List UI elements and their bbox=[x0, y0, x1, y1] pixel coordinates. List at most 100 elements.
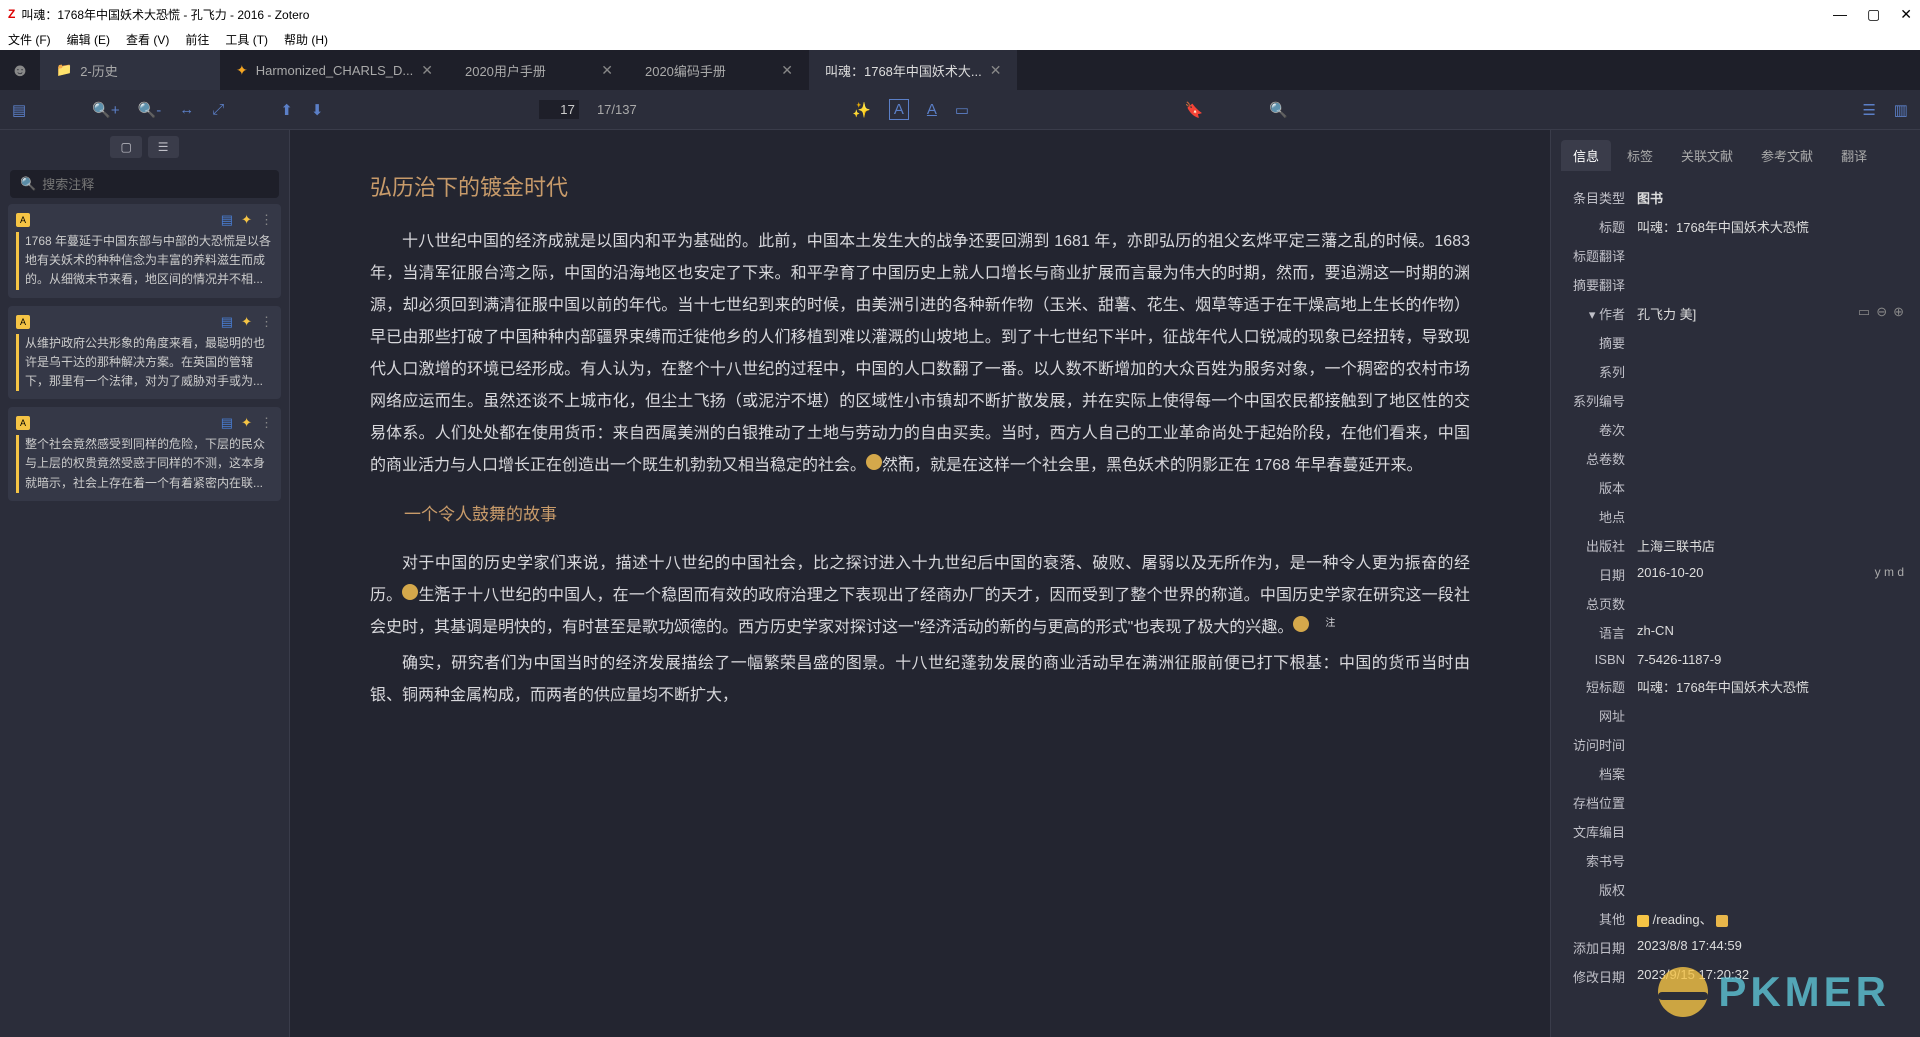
menu-bar: 文件 (F) 编辑 (E) 查看 (V) 前往 工具 (T) 帮助 (H) bbox=[0, 28, 1920, 50]
field-value[interactable] bbox=[1637, 362, 1904, 381]
tab-1[interactable]: ✦ Harmonized_CHARLS_D... ✕ bbox=[220, 50, 449, 90]
close-icon[interactable]: ✕ bbox=[990, 62, 1002, 79]
field-value[interactable] bbox=[1637, 793, 1904, 812]
field-value[interactable]: 叫魂：1768年中国妖术大恐慌 bbox=[1637, 217, 1904, 236]
tab-refs[interactable]: 参考文献 bbox=[1749, 140, 1825, 171]
list-icon[interactable]: ☰ bbox=[1862, 101, 1875, 119]
tab-tags[interactable]: 标签 bbox=[1615, 140, 1665, 171]
page-total: 17/137 bbox=[597, 102, 637, 117]
tab-4-active[interactable]: 叫魂：1768年中国妖术大... ✕ bbox=[809, 50, 1018, 90]
tab-collection[interactable]: 📁 2-历史 bbox=[40, 50, 220, 90]
field-value[interactable] bbox=[1637, 764, 1904, 783]
swap-icon[interactable]: ▭ bbox=[1858, 304, 1870, 323]
page-input[interactable] bbox=[539, 100, 579, 119]
chapter-heading: 弘历治下的镀金时代 bbox=[370, 170, 1470, 202]
view-thumbnails-button[interactable]: ▢ bbox=[110, 136, 141, 158]
folder-icon: 📁 bbox=[56, 62, 72, 78]
field-label: 语言 bbox=[1567, 623, 1637, 642]
tab-related[interactable]: 关联文献 bbox=[1669, 140, 1745, 171]
field-value[interactable] bbox=[1637, 391, 1904, 410]
field-value[interactable] bbox=[1637, 594, 1904, 613]
menu-help[interactable]: 帮助 (H) bbox=[284, 31, 328, 48]
tab-3[interactable]: 2020编码手册 ✕ bbox=[629, 50, 809, 90]
field-value[interactable] bbox=[1637, 246, 1904, 265]
zoom-out-icon[interactable]: 🔍- bbox=[138, 101, 162, 119]
menu-view[interactable]: 查看 (V) bbox=[126, 31, 169, 48]
page-up-icon[interactable]: ⬆ bbox=[280, 101, 293, 119]
search-input[interactable] bbox=[42, 177, 269, 192]
field-label: 版本 bbox=[1567, 478, 1637, 497]
field-value[interactable]: 图书 bbox=[1637, 188, 1904, 207]
note-marker-icon[interactable]: 注 bbox=[866, 454, 882, 470]
pdf-reader[interactable]: 弘历治下的镀金时代 十八世纪中国的经济成就是以国内和平为基础的。此前，中国本土发… bbox=[290, 130, 1550, 1037]
view-list-button[interactable]: ☰ bbox=[148, 136, 179, 158]
note-marker-icon[interactable]: 注 bbox=[1293, 616, 1309, 632]
tab-translate[interactable]: 翻译 bbox=[1829, 140, 1879, 171]
highlight-icon[interactable]: A bbox=[889, 99, 909, 120]
page-down-icon[interactable]: ⬇ bbox=[311, 101, 324, 119]
field-label: 短标题 bbox=[1567, 677, 1637, 696]
search-icon[interactable]: 🔍 bbox=[1269, 101, 1288, 119]
fit-page-icon[interactable]: ⤢ bbox=[212, 101, 224, 118]
field-label: 总卷数 bbox=[1567, 449, 1637, 468]
close-icon[interactable]: ✕ bbox=[781, 62, 793, 79]
zoom-in-icon[interactable]: 🔍+ bbox=[92, 101, 119, 119]
more-icon[interactable]: ⋮ bbox=[260, 314, 273, 330]
highlight-badge-icon: A bbox=[16, 315, 30, 329]
bookmark-icon[interactable]: 🔖 bbox=[1185, 101, 1204, 119]
minimize-button[interactable]: — bbox=[1833, 6, 1847, 23]
menu-tools[interactable]: 工具 (T) bbox=[225, 31, 268, 48]
reader-toolbar: ▤ 🔍+ 🔍- ↔ ⤢ ⬆ ⬇ 17/137 ✨ A A ▭ 🔖 🔍 ☰ ▥ bbox=[0, 90, 1920, 130]
field-value[interactable] bbox=[1637, 851, 1904, 870]
sidebar-toggle-icon[interactable]: ▤ bbox=[12, 101, 26, 119]
note-icon[interactable]: ▭ bbox=[955, 101, 969, 119]
field-value[interactable] bbox=[1637, 822, 1904, 841]
annotations-panel: ▢ ☰ 🔍 A ▤ ✦ ⋮ 1768 年蔓延于中国东部与中部的大恐慌是以各地有关… bbox=[0, 130, 290, 1037]
highlight-badge-icon: A bbox=[16, 213, 30, 227]
remove-icon[interactable]: ⊖ bbox=[1876, 304, 1887, 323]
tab-info[interactable]: 信息 bbox=[1561, 140, 1611, 171]
menu-file[interactable]: 文件 (F) bbox=[8, 31, 51, 48]
fit-width-icon[interactable]: ↔ bbox=[179, 101, 194, 118]
field-value[interactable] bbox=[1637, 735, 1904, 754]
field-value[interactable] bbox=[1637, 507, 1904, 526]
maximize-button[interactable]: ▢ bbox=[1867, 6, 1880, 23]
field-value[interactable] bbox=[1637, 706, 1904, 725]
annotation-search[interactable]: 🔍 bbox=[10, 170, 279, 198]
field-value[interactable] bbox=[1637, 449, 1904, 468]
underline-icon[interactable]: A bbox=[927, 101, 937, 118]
field-value[interactable] bbox=[1637, 880, 1904, 899]
field-value[interactable] bbox=[1637, 420, 1904, 439]
close-button[interactable]: ✕ bbox=[1900, 6, 1912, 23]
field-value[interactable]: 2016-10-20 bbox=[1637, 565, 1875, 584]
field-value[interactable]: 孔飞力 美] bbox=[1637, 304, 1858, 323]
add-icon[interactable]: ⊕ bbox=[1893, 304, 1904, 323]
annotation-card[interactable]: A ▤ ✦ ⋮ 从维护政府公共形象的角度来看，最聪明的也许是乌干达的那种解决方案… bbox=[8, 306, 281, 400]
tab-label: Harmonized_CHARLS_D... bbox=[256, 63, 414, 78]
field-value[interactable]: /reading、 bbox=[1637, 909, 1904, 928]
close-icon[interactable]: ✕ bbox=[421, 62, 433, 79]
home-tab-icon[interactable]: ☻ bbox=[0, 50, 40, 90]
tab-bar: ☻ 📁 2-历史 ✦ Harmonized_CHARLS_D... ✕ 2020… bbox=[0, 50, 1920, 90]
menu-edit[interactable]: 编辑 (E) bbox=[67, 31, 110, 48]
annotation-card[interactable]: A ▤ ✦ ⋮ 1768 年蔓延于中国东部与中部的大恐慌是以各地有关妖术的种种信… bbox=[8, 204, 281, 298]
field-value[interactable]: 上海三联书店 bbox=[1637, 536, 1904, 555]
annotation-text: 整个社会竟然感受到同样的危险，下层的民众与上层的权贵竟然受惑于同样的不测，这本身… bbox=[16, 435, 273, 493]
more-icon[interactable]: ⋮ bbox=[260, 212, 273, 228]
close-icon[interactable]: ✕ bbox=[601, 62, 613, 79]
panel-toggle-icon[interactable]: ▥ bbox=[1894, 101, 1908, 119]
menu-go[interactable]: 前往 bbox=[185, 31, 209, 48]
field-value[interactable] bbox=[1637, 333, 1904, 352]
field-value[interactable]: 7-5426-1187-9 bbox=[1637, 652, 1904, 667]
field-value[interactable]: 叫魂：1768年中国妖术大恐慌 bbox=[1637, 677, 1904, 696]
note-marker-icon[interactable]: 注 bbox=[402, 584, 418, 600]
field-value[interactable] bbox=[1637, 478, 1904, 497]
field-value[interactable]: zh-CN bbox=[1637, 623, 1904, 642]
field-label: 标题 bbox=[1567, 217, 1637, 236]
more-icon[interactable]: ⋮ bbox=[260, 415, 273, 431]
puzzle-icon: ✦ bbox=[241, 314, 252, 330]
annotation-card[interactable]: A ▤ ✦ ⋮ 整个社会竟然感受到同样的危险，下层的民众与上层的权贵竟然受惑于同… bbox=[8, 407, 281, 501]
tab-2[interactable]: 2020用户手册 ✕ bbox=[449, 50, 629, 90]
highlight-auto-icon[interactable]: ✨ bbox=[852, 101, 871, 119]
field-value[interactable] bbox=[1637, 275, 1904, 294]
